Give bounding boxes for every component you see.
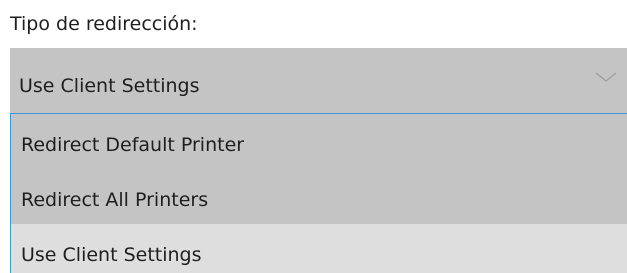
redirection-type-select[interactable]: Use Client Settings [10, 48, 627, 114]
option-redirect-all-printers[interactable]: Redirect All Printers [11, 169, 627, 224]
option-redirect-default-printer[interactable]: Redirect Default Printer [11, 114, 627, 169]
redirection-type-options: Redirect Default Printer Redirect All Pr… [10, 114, 627, 273]
select-current-value: Use Client Settings [19, 75, 200, 97]
option-use-client-settings[interactable]: Use Client Settings [11, 224, 627, 273]
chevron-down-glyph [595, 72, 617, 82]
redirection-type-label: Tipo de redirección: [10, 13, 198, 35]
chevron-down-icon[interactable] [594, 69, 618, 83]
